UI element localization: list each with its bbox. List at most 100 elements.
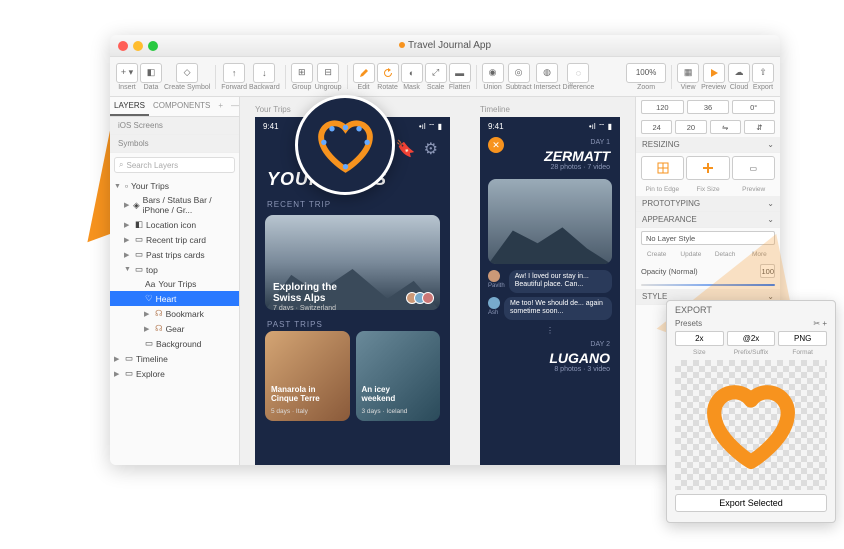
section-style: STYLE: [642, 292, 667, 301]
section-resizing: RESIZING: [642, 140, 680, 149]
page-symbols[interactable]: Symbols: [110, 135, 239, 153]
toolbar: + ▾Insert ◧Data ◇Create Symbol ↑Forward …: [110, 57, 780, 97]
chevron-down-icon[interactable]: ⌄: [767, 215, 774, 224]
intersect-button[interactable]: ◍: [536, 63, 558, 83]
export-preview: [675, 360, 827, 490]
rotate-button[interactable]: [377, 63, 399, 83]
flip-h-button[interactable]: ⇋: [710, 120, 741, 134]
tab-layers[interactable]: LAYERS: [110, 97, 149, 116]
layer-timeline[interactable]: ▶▭ Timeline: [110, 351, 239, 366]
insert-button[interactable]: + ▾: [116, 63, 138, 83]
layer-text-your-trips[interactable]: Aa Your Trips: [110, 277, 239, 291]
section-past: PAST TRIPS: [255, 318, 450, 331]
layer-bookmark[interactable]: ▶☊ Bookmark: [110, 306, 239, 321]
comment: Pavith Aw! I loved our stay in... Beauti…: [480, 268, 620, 295]
export-title: EXPORT: [667, 301, 835, 319]
status-time: 9:41: [263, 122, 279, 132]
rotation-field[interactable]: 0°: [732, 100, 775, 114]
scale-button[interactable]: ⤢: [425, 63, 447, 83]
group-button[interactable]: ⊞: [291, 63, 313, 83]
page-ios-screens[interactable]: iOS Screens: [110, 117, 239, 135]
artboard-timeline[interactable]: 9:41•ıl ⌔ ▮ ✕ DAY 1 ZERMATT 28 photos · …: [480, 117, 620, 465]
status-icons: •ıl ⌔ ▮: [589, 122, 612, 132]
view-button[interactable]: ▦: [677, 63, 699, 83]
resize-preview-button[interactable]: ▭: [732, 156, 775, 180]
h-field[interactable]: 20: [675, 120, 706, 134]
meta-label: 8 photos · 3 video: [480, 366, 620, 377]
layer-past-trips-cards[interactable]: ▶▭ Past trips cards: [110, 247, 239, 262]
titlebar: Travel Journal App: [110, 35, 780, 57]
artboard-label[interactable]: Timeline: [480, 105, 510, 114]
subtract-button[interactable]: ◎: [508, 63, 530, 83]
layer-status-bar[interactable]: ▶◈ Bars / Status Bar / iPhone / Gr...: [110, 193, 239, 217]
section-recent: RECENT TRIP: [255, 198, 450, 211]
layer-location-icon[interactable]: ▶◧ Location icon: [110, 217, 239, 232]
ungroup-button[interactable]: ⊟: [317, 63, 339, 83]
export-format-select[interactable]: PNG: [778, 331, 827, 346]
w-field[interactable]: 24: [641, 120, 672, 134]
layer-your-trips[interactable]: ▼▫ Your Trips: [110, 179, 239, 193]
city-label: LUGANO: [480, 350, 620, 366]
backward-button[interactable]: ↓: [253, 63, 275, 83]
create-symbol-button[interactable]: ◇: [176, 63, 198, 83]
layer-explore[interactable]: ▶▭ Explore: [110, 366, 239, 381]
add-tab-button[interactable]: +: [214, 97, 227, 116]
tab-components[interactable]: COMPONENTS: [149, 97, 214, 116]
bookmark-icon: 🔖: [396, 139, 416, 159]
heart-zoom-overlay: [295, 95, 395, 195]
close-window-icon[interactable]: [118, 41, 128, 51]
section-appearance: APPEARANCE: [642, 215, 697, 224]
flatten-button[interactable]: ▬: [449, 63, 471, 83]
layer-gear[interactable]: ▶☊ Gear: [110, 321, 239, 336]
avatar: [488, 297, 500, 309]
data-button[interactable]: ◧: [140, 63, 162, 83]
layer-background[interactable]: ▭ Background: [110, 336, 239, 351]
edit-button[interactable]: [353, 63, 375, 83]
knife-icon[interactable]: ✂: [813, 319, 820, 328]
forward-button[interactable]: ↑: [223, 63, 245, 83]
layer-top[interactable]: ▼▭ top: [110, 262, 239, 277]
add-preset-button[interactable]: +: [822, 319, 827, 328]
past-trip-card[interactable]: Manarola inCinque Terre 5 days · Italy: [265, 331, 350, 421]
difference-button[interactable]: ◌: [567, 63, 589, 83]
past-trip-card[interactable]: An iceyweekend 3 days · Iceland: [356, 331, 441, 421]
artboard-label[interactable]: Your Trips: [255, 105, 291, 114]
fix-size-button[interactable]: [686, 156, 729, 180]
avatar: [488, 270, 500, 282]
export-size-select[interactable]: 2x: [675, 331, 724, 346]
flip-v-button[interactable]: ⇵: [744, 120, 775, 134]
union-button[interactable]: ◉: [482, 63, 504, 83]
zoom-field[interactable]: 100%: [626, 63, 666, 83]
presets-label: Presets: [675, 319, 702, 328]
search-icon: ⌕: [119, 160, 123, 170]
window-title: Travel Journal App: [399, 40, 491, 51]
maximize-window-icon[interactable]: [148, 41, 158, 51]
status-icons: •ıl ⌔ ▮: [419, 122, 442, 132]
layer-recent-trip-card[interactable]: ▶▭ Recent trip card: [110, 232, 239, 247]
export-selected-button[interactable]: Export Selected: [675, 494, 827, 512]
chevron-down-icon[interactable]: ⌄: [767, 199, 774, 208]
x-field[interactable]: 120: [641, 100, 684, 114]
export-prefix-field[interactable]: @2x: [727, 331, 776, 346]
export-panel: EXPORT Presets✂ + 2x @2x PNG SizePrefix/…: [666, 300, 836, 523]
export-button[interactable]: ⇧: [752, 63, 774, 83]
layers-panel: LAYERS COMPONENTS + — iOS Screens Symbol…: [110, 97, 240, 465]
status-time: 9:41: [488, 122, 504, 132]
window-controls[interactable]: [118, 41, 158, 51]
pin-to-edge-button[interactable]: [641, 156, 684, 180]
section-prototyping: PROTOTYPING: [642, 199, 700, 208]
cloud-button[interactable]: ☁: [728, 63, 750, 83]
preview-button[interactable]: [703, 63, 725, 83]
chevron-down-icon[interactable]: ⌄: [767, 140, 774, 149]
y-field[interactable]: 36: [687, 100, 730, 114]
meta-label: 28 photos · 7 video: [480, 164, 620, 175]
comment: Ash Me too! We should de... again someti…: [480, 295, 620, 322]
gear-icon: ⚙: [424, 139, 438, 159]
recent-trip-card[interactable]: Exploring theSwiss Alps 7 days · Switzer…: [265, 215, 440, 310]
layer-heart[interactable]: ♡ Heart: [110, 291, 239, 306]
minimize-window-icon[interactable]: [133, 41, 143, 51]
close-button[interactable]: ✕: [488, 137, 504, 153]
search-layers-input[interactable]: ⌕Search Layers: [114, 157, 235, 173]
mask-button[interactable]: ◐: [401, 63, 423, 83]
tab-menu-button[interactable]: —: [227, 97, 240, 116]
